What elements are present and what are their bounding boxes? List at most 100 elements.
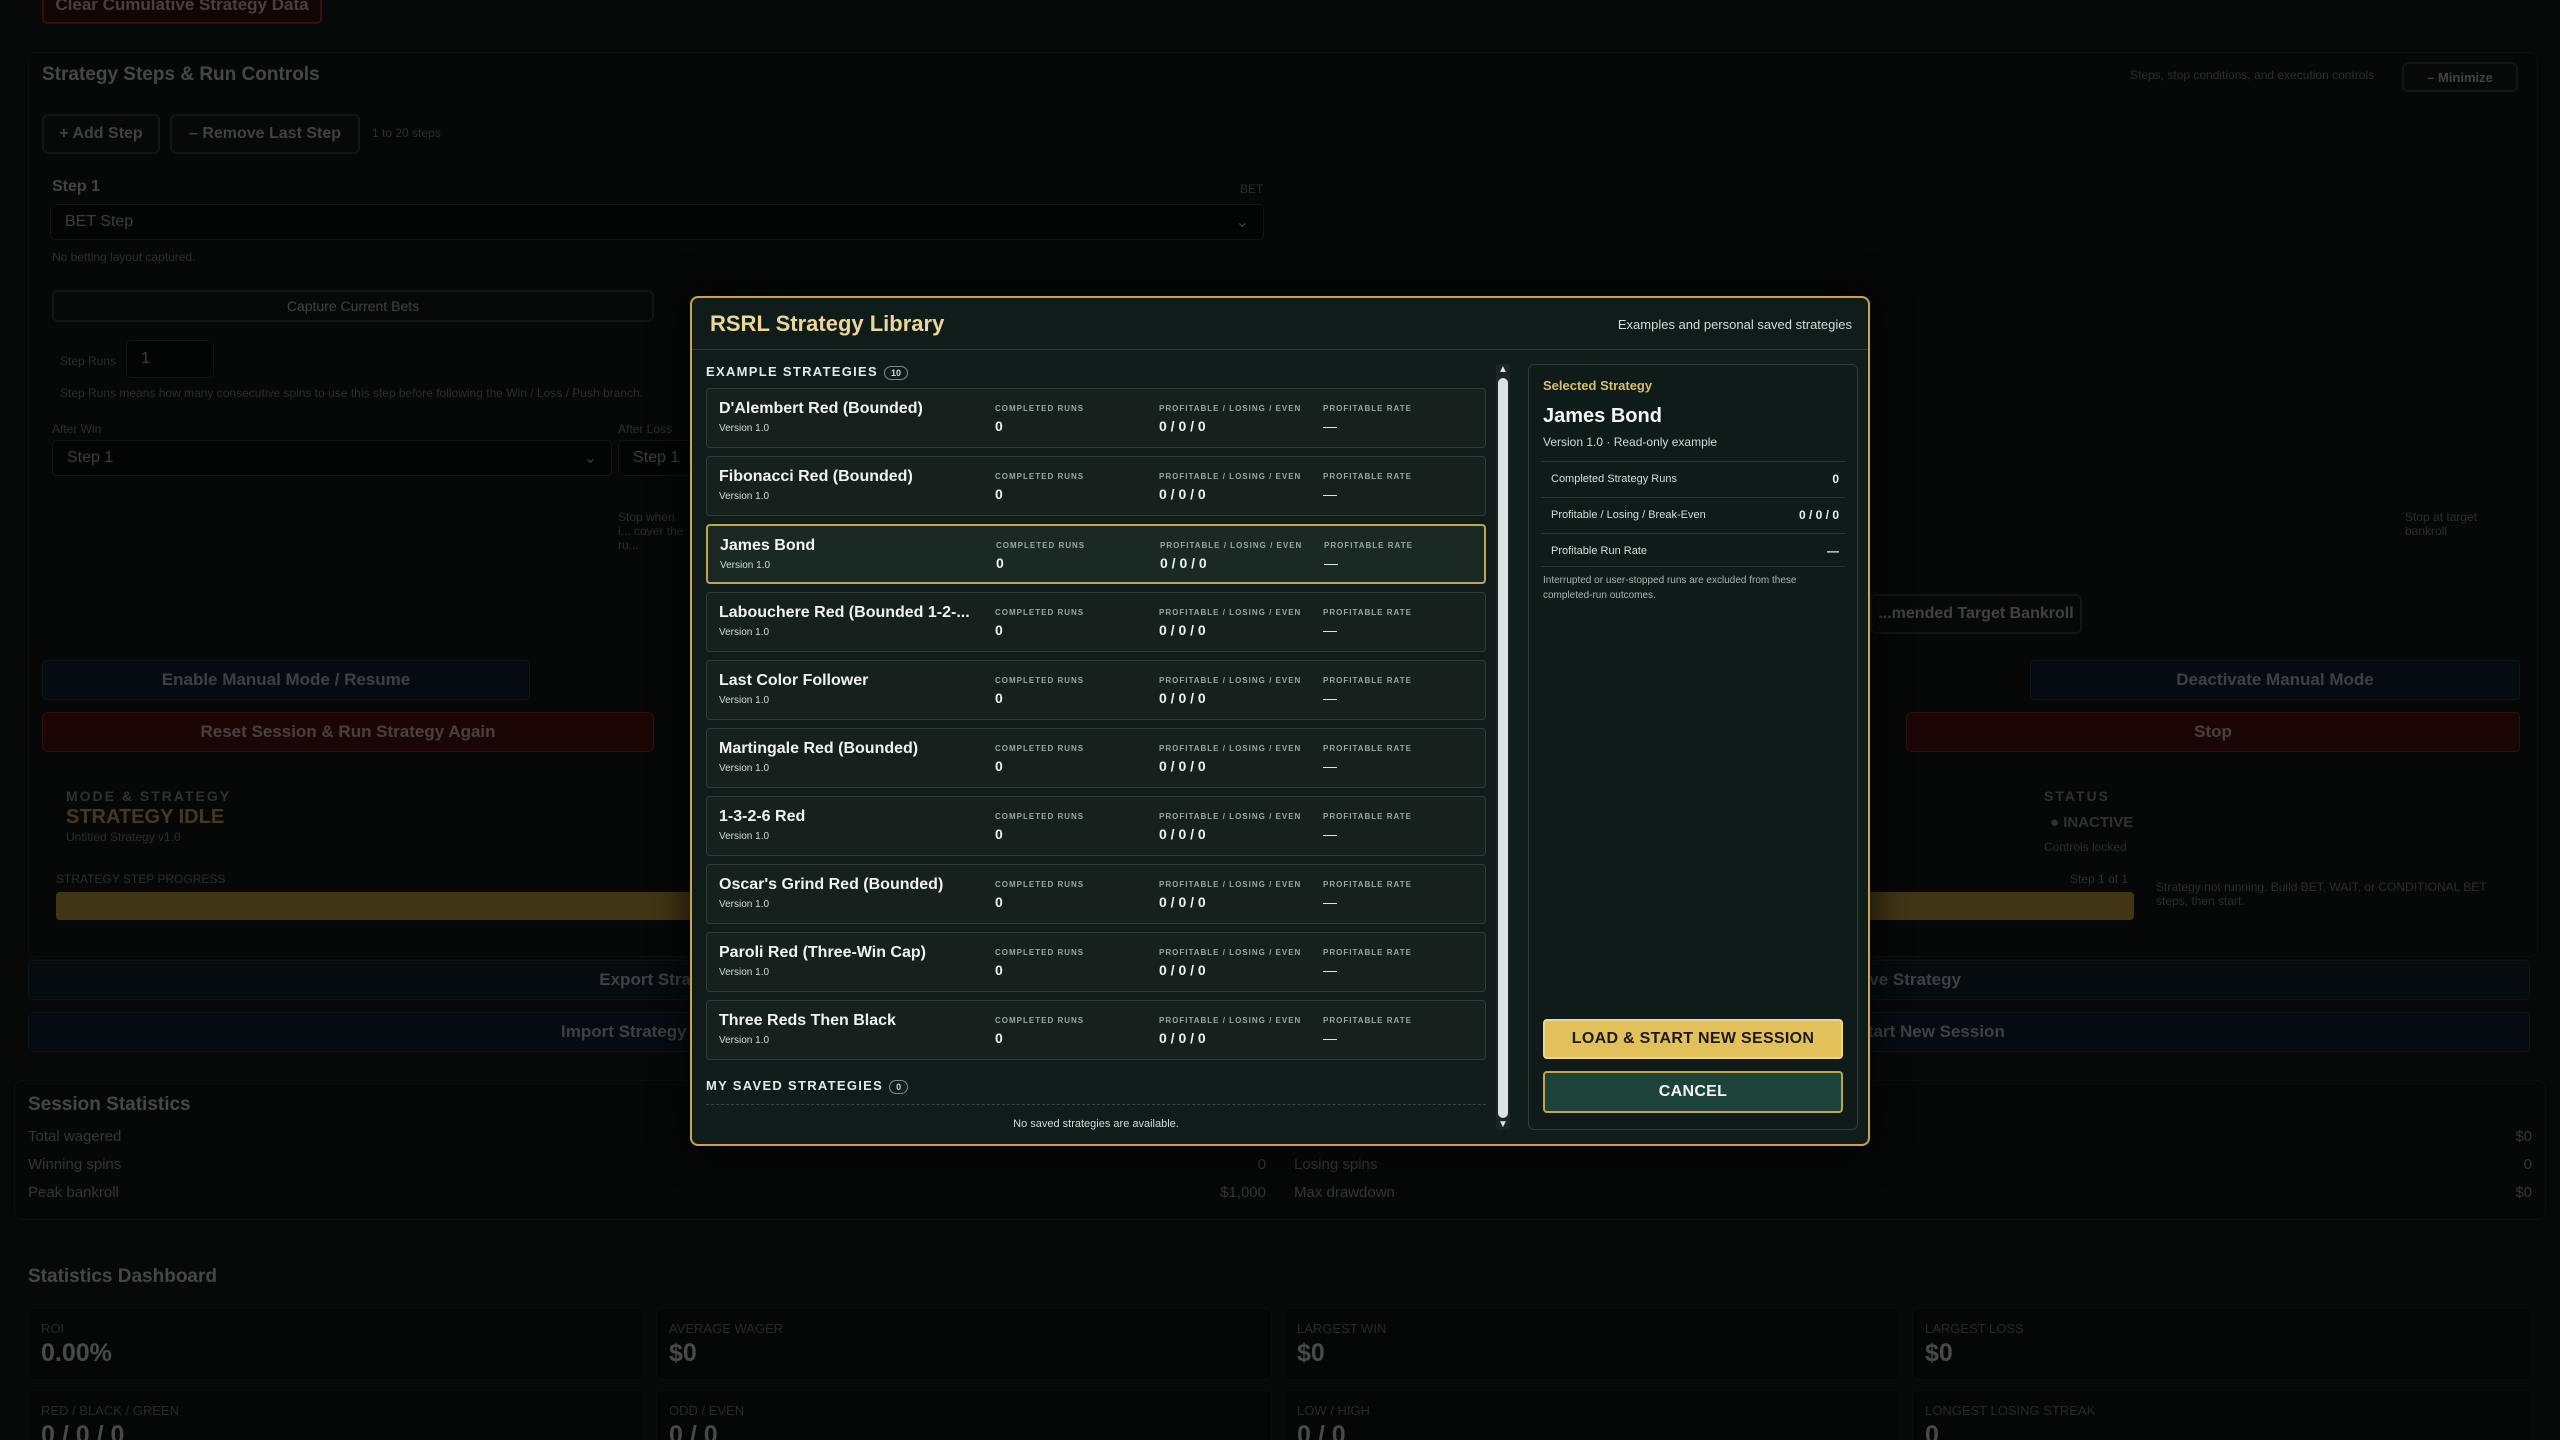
- profitable-rate-value: —: [1323, 894, 1337, 910]
- profit-loss-even-label: PROFITABLE / LOSING / EVEN: [1159, 812, 1302, 821]
- profitable-rate-value: —: [1323, 690, 1337, 706]
- stat-label: Winning spins: [28, 1156, 122, 1173]
- enable-manual-mode-button[interactable]: Enable Manual Mode / Resume: [42, 660, 530, 700]
- profitable-rate-label: PROFITABLE RATE: [1323, 744, 1412, 753]
- profit-loss-even-value: 0 / 0 / 0: [1159, 894, 1206, 910]
- stat-card-label: AVERAGE WAGER: [669, 1321, 784, 1336]
- strategy-card[interactable]: James Bond Version 1.0 COMPLETED RUNS 0 PROF…: [706, 524, 1486, 584]
- saved-strategies-label: MY SAVED STRATEGIES: [706, 1078, 884, 1093]
- disable-manual-mode-button[interactable]: Deactivate Manual Mode: [2030, 660, 2520, 700]
- stop-button[interactable]: Stop: [1906, 712, 2520, 752]
- stat-card-value: 0 / 0: [669, 1421, 718, 1440]
- stat-card: LARGEST LOSS $0: [1912, 1308, 2532, 1380]
- remove-step-button[interactable]: – Remove Last Step: [170, 114, 360, 154]
- load-start-new-session-button[interactable]: LOAD & START NEW SESSION: [1543, 1019, 1843, 1059]
- stat-card: AVERAGE WAGER $0: [656, 1308, 1272, 1380]
- strategy-card[interactable]: 1-3-2-6 Red Version 1.0 COMPLETED RUNS 0 PRO…: [706, 796, 1486, 856]
- detail-value: —: [1827, 544, 1839, 558]
- status-value: ● INACTIVE: [2050, 814, 2134, 831]
- profitable-rate-value: —: [1323, 418, 1337, 434]
- stat-card-value: $0: [1297, 1339, 1325, 1367]
- stat-card-value: $0: [1925, 1339, 1953, 1367]
- completed-runs-label: COMPLETED RUNS: [995, 948, 1085, 957]
- strategy-card[interactable]: Three Reds Then Black Version 1.0 COMPLETE…: [706, 1000, 1486, 1060]
- strategy-name: Oscar's Grind Red (Bounded): [719, 876, 944, 893]
- minimize-button[interactable]: – Minimize: [2402, 62, 2518, 92]
- stat-card: LONGEST LOSING STREAK 0: [1912, 1390, 2532, 1440]
- profit-loss-even-label: PROFITABLE / LOSING / EVEN: [1159, 676, 1302, 685]
- capture-bets-button[interactable]: Capture Current Bets: [52, 290, 654, 322]
- profitable-rate-label: PROFITABLE RATE: [1324, 541, 1413, 550]
- stat-card-value: 0: [1925, 1421, 1939, 1440]
- after-loss-value: Step 1: [633, 449, 680, 466]
- profitable-rate-label: PROFITABLE RATE: [1323, 880, 1412, 889]
- steps-hint: 1 to 20 steps: [372, 126, 441, 140]
- profit-loss-even-label: PROFITABLE / LOSING / EVEN: [1159, 1016, 1302, 1025]
- stat-value: 0: [2523, 1156, 2532, 1173]
- profitable-rate-value: —: [1323, 486, 1337, 502]
- modal-header: RSRL Strategy Library Examples and perso…: [692, 298, 1868, 350]
- profit-loss-even-value: 0 / 0 / 0: [1159, 758, 1206, 774]
- strategy-card[interactable]: Oscar's Grind Red (Bounded) Version 1.0 CO…: [706, 864, 1486, 924]
- detail-value: 0 / 0 / 0: [1798, 508, 1839, 522]
- stat-value: $0: [2515, 1184, 2532, 1201]
- add-step-button[interactable]: + Add Step: [42, 114, 160, 154]
- mode-sub: Untitled Strategy v1.0: [66, 830, 181, 844]
- strategy-card[interactable]: Last Color Follower Version 1.0 COMPLETED …: [706, 660, 1486, 720]
- profit-loss-even-label: PROFITABLE / LOSING / EVEN: [1159, 472, 1302, 481]
- completed-runs-value: 0: [996, 555, 1004, 571]
- selected-strategy-label: Selected Strategy: [1543, 378, 1653, 393]
- stat-card-label: LONGEST LOSING STREAK: [1925, 1403, 2096, 1418]
- step-type-select[interactable]: BET Step ⌄: [50, 204, 1264, 240]
- after-win-select[interactable]: Step 1 ⌄: [52, 440, 612, 476]
- strategy-card[interactable]: Fibonacci Red (Bounded) Version 1.0 COMPLE…: [706, 456, 1486, 516]
- detail-row: Profitable / Losing / Break-Even 0 / 0 / …: [1541, 497, 1845, 531]
- step-runs-input[interactable]: 1: [126, 340, 214, 378]
- scroll-down-icon[interactable]: ▼: [1496, 1119, 1510, 1130]
- completed-runs-value: 0: [995, 826, 1003, 842]
- strategy-version: Version 1.0: [719, 763, 770, 774]
- step-runs-hint: Step Runs means how many consecutive spi…: [60, 386, 643, 400]
- strategy-card[interactable]: Paroli Red (Three-Win Cap) Version 1.0 COM…: [706, 932, 1486, 992]
- strategy-name: Three Reds Then Black: [719, 1012, 896, 1029]
- modal-title: RSRL Strategy Library: [710, 311, 945, 336]
- completed-runs-label: COMPLETED RUNS: [995, 676, 1085, 685]
- strategy-name: Fibonacci Red (Bounded): [719, 468, 913, 485]
- stat-card-label: RED / BLACK / GREEN: [41, 1403, 179, 1418]
- stat-card-value: $0: [669, 1339, 697, 1367]
- strategy-card[interactable]: Martingale Red (Bounded) Version 1.0 COMPL…: [706, 728, 1486, 788]
- detail-row: Profitable Run Rate —: [1541, 533, 1845, 567]
- stat-label: Peak bankroll: [28, 1184, 119, 1201]
- strategy-card[interactable]: Labouchere Red (Bounded 1-2-... Version 1…: [706, 592, 1486, 652]
- profit-loss-even-value: 0 / 0 / 0: [1159, 1030, 1206, 1046]
- reset-session-button[interactable]: Reset Session & Run Strategy Again: [42, 712, 654, 752]
- strategy-card[interactable]: D'Alembert Red (Bounded) Version 1.0 COMPL…: [706, 388, 1486, 448]
- completed-runs-value: 0: [995, 418, 1003, 434]
- stat-card-value: 0.00%: [41, 1339, 112, 1367]
- stat-card: RED / BLACK / GREEN 0 / 0 / 0: [28, 1390, 644, 1440]
- step-type-select-value: BET Step: [65, 213, 134, 230]
- stat-card: LOW / HIGH 0 / 0: [1284, 1390, 1900, 1440]
- strategy-name: Paroli Red (Three-Win Cap): [719, 944, 926, 961]
- strategy-version: Version 1.0: [719, 423, 770, 434]
- selected-strategy-note: Interrupted or user-stopped runs are exc…: [1543, 575, 1797, 601]
- selected-strategy-name: James Bond: [1543, 405, 1662, 427]
- chevron-down-icon: ⌄: [583, 450, 597, 467]
- completed-runs-label: COMPLETED RUNS: [996, 541, 1086, 550]
- saved-strategies-title: MY SAVED STRATEGIES 0: [706, 1078, 909, 1094]
- list-scrollbar[interactable]: ▲ ▼: [1496, 364, 1510, 1130]
- stat-label: Losing spins: [1294, 1156, 1378, 1173]
- profitable-rate-value: —: [1323, 622, 1337, 638]
- strategy-version: Version 1.0: [719, 491, 770, 502]
- cancel-button[interactable]: CANCEL: [1543, 1071, 1843, 1113]
- progress-label: STRATEGY STEP PROGRESS: [56, 872, 226, 886]
- after-win-value: Step 1: [67, 449, 114, 466]
- mode-label: MODE & STRATEGY: [66, 788, 232, 804]
- recommended-target-button[interactable]: ...mended Target Bankroll: [1870, 594, 2082, 634]
- example-count-badge: 10: [883, 365, 908, 380]
- detail-key: Profitable Run Rate: [1551, 545, 1647, 557]
- scrollbar-thumb[interactable]: [1498, 378, 1508, 1118]
- scroll-up-icon[interactable]: ▲: [1496, 364, 1510, 375]
- clear-cumulative-data-button[interactable]: Clear Cumulative Strategy Data: [42, 0, 322, 24]
- strategy-version: Version 1.0: [719, 695, 770, 706]
